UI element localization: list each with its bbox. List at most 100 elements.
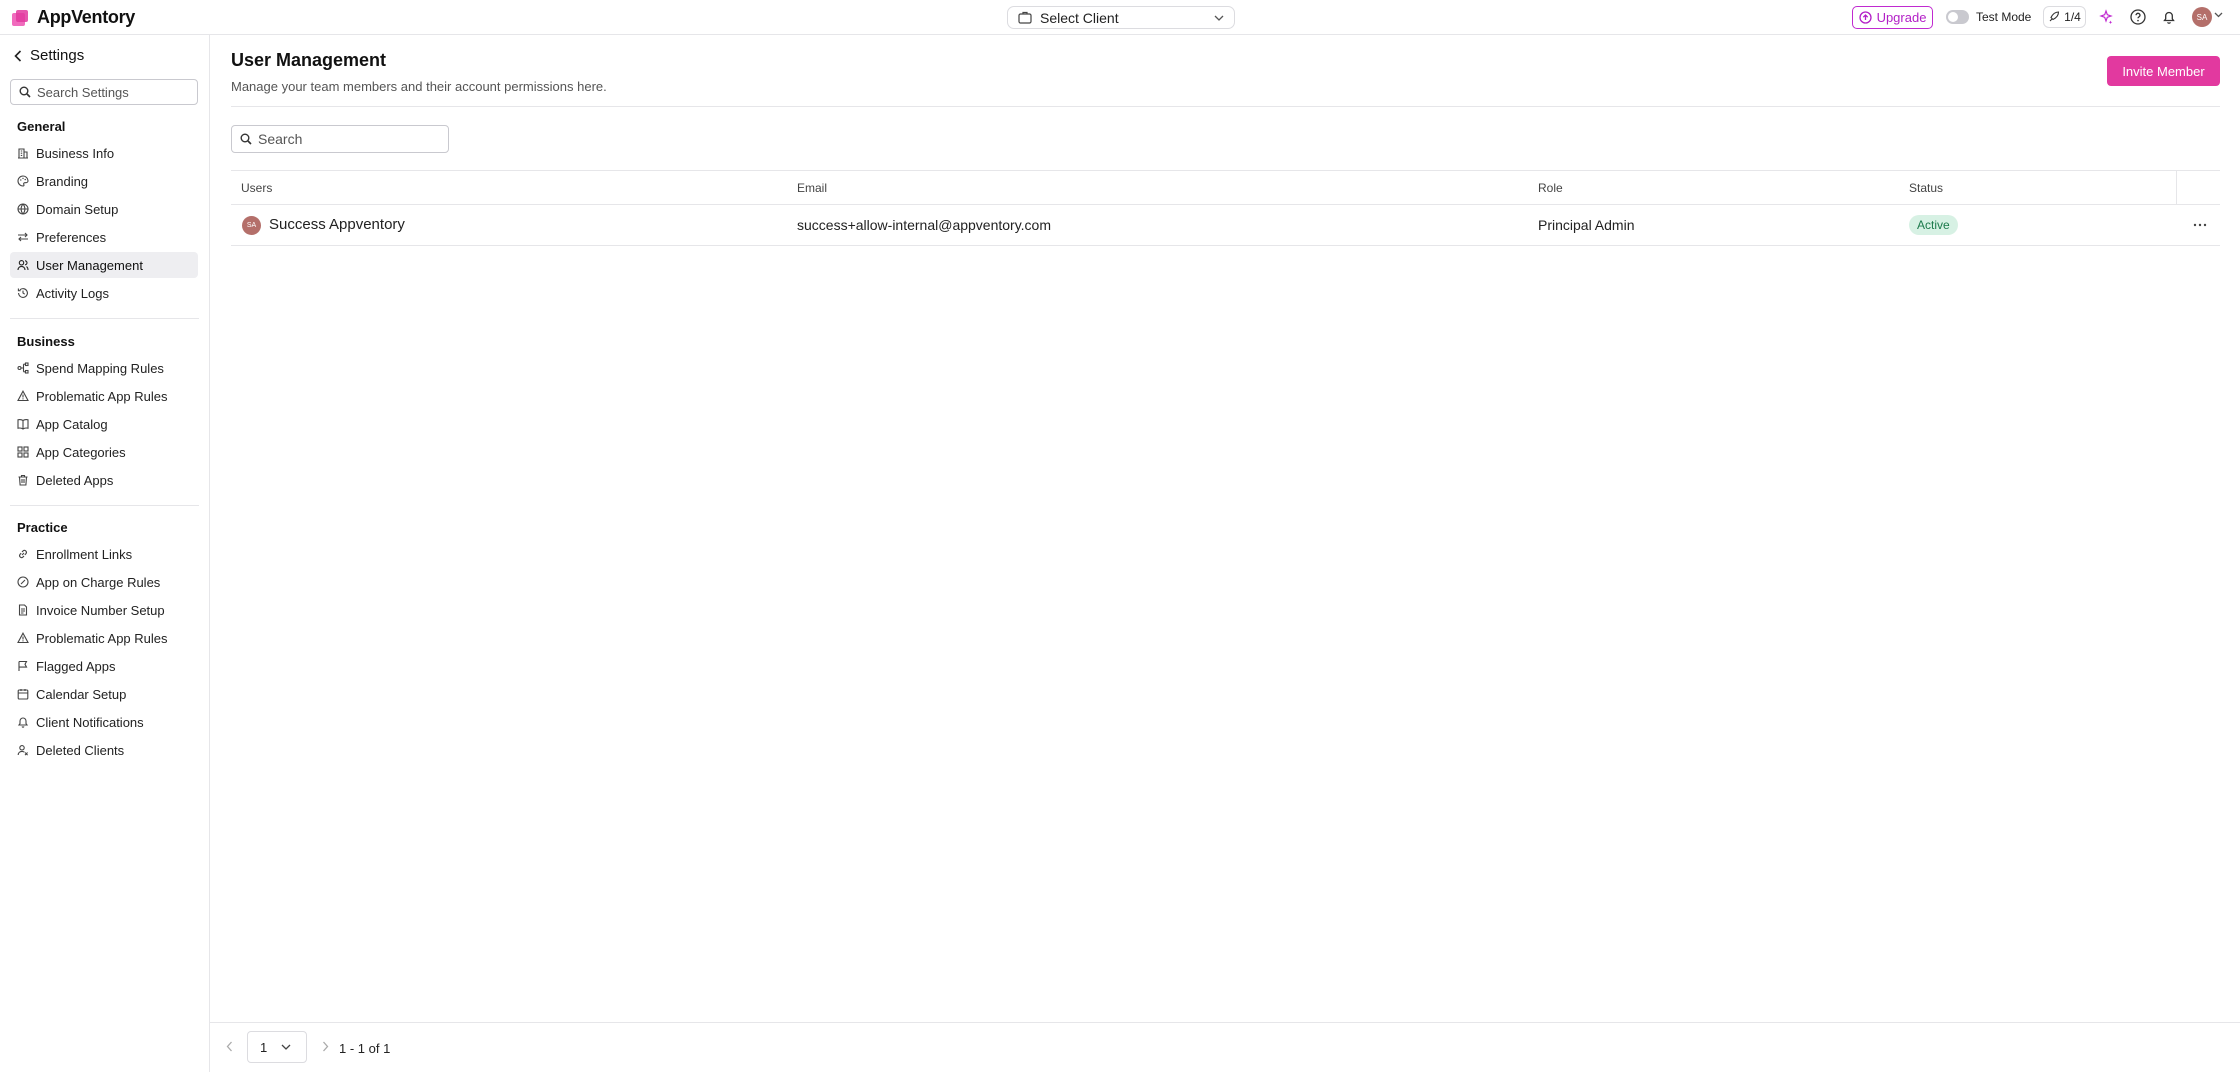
sidebar-item-label: User Management [36, 257, 143, 273]
sidebar-divider [10, 318, 199, 319]
page-title: User Management [231, 50, 387, 70]
progress-counter: 1/4 [2064, 10, 2081, 24]
globe-icon [17, 203, 29, 215]
sidebar-item-app-catalog[interactable]: App Catalog [10, 411, 198, 437]
sidebar-item-calendar-setup[interactable]: Calendar Setup [10, 681, 198, 707]
previous-page-icon[interactable] [226, 1041, 233, 1052]
settings-sidebar: Settings General Business Info Branding … [0, 35, 210, 1072]
app-name: AppVentory [37, 7, 136, 27]
search-icon [19, 86, 31, 98]
invite-member-button[interactable]: Invite Member [2107, 56, 2220, 86]
document-icon [18, 604, 28, 616]
app-logo[interactable]: AppVentory [10, 7, 135, 28]
onboarding-progress-button[interactable]: 1/4 [2043, 6, 2086, 28]
chevron-down-icon [1214, 15, 1224, 21]
test-mode-toggle[interactable] [1946, 10, 1969, 24]
table-header: Users Email Role Status [231, 170, 2220, 205]
building-icon [18, 148, 28, 159]
grid-icon [17, 446, 29, 458]
settings-title: Settings [30, 47, 85, 64]
status-badge: Active [1909, 215, 1958, 235]
palette-icon [17, 175, 29, 187]
history-icon [17, 288, 28, 298]
client-select-label: Select Client [1040, 9, 1119, 26]
calendar-icon [17, 689, 29, 700]
briefcase-icon [1018, 11, 1032, 24]
column-header-role[interactable]: Role [1538, 181, 1563, 195]
sidebar-item-label: Business Info [36, 145, 115, 161]
flag-icon [18, 660, 28, 671]
pagination-range: 1 - 1 of 1 [339, 1041, 391, 1056]
upgrade-button[interactable]: Upgrade [1852, 6, 1933, 29]
chevron-down-icon [281, 1044, 291, 1050]
column-header-email[interactable]: Email [797, 181, 827, 195]
sidebar-item-spend-mapping-rules[interactable]: Spend Mapping Rules [10, 355, 198, 381]
sidebar-item-deleted-clients[interactable]: Deleted Clients [10, 737, 198, 763]
search-icon [240, 133, 252, 145]
upgrade-icon [1858, 11, 1872, 24]
column-header-users[interactable]: Users [241, 181, 272, 195]
users-table: Users Email Role Status SA Success Appve… [231, 170, 2220, 246]
column-header-status[interactable]: Status [1909, 181, 1943, 195]
sidebar-item-label: Deleted Clients [36, 742, 125, 758]
column-divider [2176, 171, 2177, 205]
sidebar-item-label: Flagged Apps [36, 658, 116, 674]
settings-search-input[interactable] [37, 84, 187, 100]
sidebar-item-invoice-number-setup[interactable]: Invoice Number Setup [10, 597, 198, 623]
sidebar-item-label: App on Charge Rules [36, 574, 161, 590]
user-search[interactable] [231, 125, 449, 153]
sparkle-icon[interactable] [2097, 8, 2115, 26]
pagination-bar: 1 1 - 1 of 1 [210, 1022, 2240, 1072]
sidebar-item-enrollment-links[interactable]: Enrollment Links [10, 541, 198, 567]
sidebar-item-label: Deleted Apps [36, 472, 114, 488]
sidebar-item-activity-logs[interactable]: Activity Logs [10, 280, 198, 306]
user-avatar[interactable]: SA [2192, 7, 2212, 27]
client-select[interactable]: Select Client [1007, 6, 1235, 29]
sidebar-item-app-on-charge-rules[interactable]: App on Charge Rules [10, 569, 198, 595]
user-search-input[interactable] [258, 131, 438, 147]
users-icon [17, 260, 29, 271]
sidebar-item-preferences[interactable]: Preferences [10, 224, 198, 250]
user-x-icon [17, 745, 28, 756]
user-name: Success Appventory [269, 216, 405, 233]
table-row[interactable]: SA Success Appventory success+allow-inte… [231, 205, 2220, 246]
appventory-logo-icon [12, 9, 28, 26]
next-page-icon[interactable] [322, 1041, 329, 1052]
mapping-icon [17, 362, 29, 374]
sidebar-item-domain-setup[interactable]: Domain Setup [10, 196, 198, 222]
row-actions-button[interactable] [2191, 216, 2209, 234]
sidebar-item-label: Client Notifications [36, 714, 144, 730]
sidebar-item-client-notifications[interactable]: Client Notifications [10, 709, 198, 735]
rocket-icon [2049, 11, 2060, 22]
page-select-value: 1 [260, 1039, 268, 1055]
warning-icon [17, 632, 29, 644]
sidebar-item-branding[interactable]: Branding [10, 168, 198, 194]
test-mode-label: Test Mode [1976, 10, 2032, 24]
section-title-practice: Practice [17, 520, 68, 535]
coin-icon [17, 576, 29, 588]
sidebar-item-app-categories[interactable]: App Categories [10, 439, 198, 465]
sidebar-item-problematic-app-rules[interactable]: Problematic App Rules [10, 383, 198, 409]
sidebar-item-user-management[interactable]: User Management [10, 252, 198, 278]
back-to-settings[interactable]: Settings [14, 47, 84, 64]
page-select[interactable]: 1 [247, 1031, 307, 1063]
help-icon[interactable] [2129, 8, 2147, 26]
bell-icon [17, 717, 29, 728]
chevron-left-icon [14, 49, 22, 62]
sidebar-item-label: Spend Mapping Rules [36, 360, 164, 376]
settings-search[interactable] [10, 79, 198, 105]
sidebar-item-label: Activity Logs [36, 285, 109, 301]
avatar: SA [242, 216, 261, 235]
sidebar-item-problematic-app-rules-practice[interactable]: Problematic App Rules [10, 625, 198, 651]
user-email: success+allow-internal@appventory.com [797, 217, 1052, 233]
sidebar-item-label: Branding [36, 173, 89, 189]
sidebar-item-flagged-apps[interactable]: Flagged Apps [10, 653, 198, 679]
warning-icon [17, 390, 29, 402]
sidebar-item-business-info[interactable]: Business Info [10, 140, 198, 166]
sidebar-divider [10, 505, 199, 506]
bell-icon[interactable] [2160, 8, 2178, 26]
more-horizontal-icon [2193, 223, 2207, 227]
chevron-down-icon[interactable] [2214, 12, 2223, 18]
upgrade-label: Upgrade [1876, 10, 1927, 25]
sidebar-item-deleted-apps[interactable]: Deleted Apps [10, 467, 198, 493]
